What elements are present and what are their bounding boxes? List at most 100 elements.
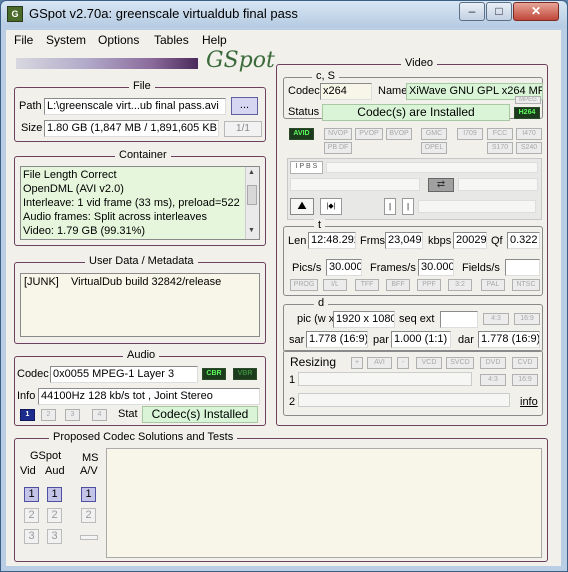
info-link[interactable]: info: [520, 396, 538, 408]
s170-button[interactable]: S170: [487, 142, 513, 154]
pic-label: pic (w x: [297, 313, 335, 325]
cs-label: c, S: [312, 70, 339, 82]
resize-dvd-button[interactable]: DVD: [480, 357, 506, 369]
size-field: 1.80 GB (1,847 MB / 1,891,605 KB: [44, 120, 219, 137]
aud-solution-1[interactable]: 1: [47, 487, 62, 502]
pulldown-button[interactable]: 3:2: [448, 279, 472, 291]
menu-file[interactable]: File: [14, 33, 33, 47]
resize-cvd-button[interactable]: CVD: [512, 357, 538, 369]
aspect-169-button[interactable]: 16:9: [514, 313, 540, 325]
aud-label: Aud: [45, 465, 65, 477]
seqext-field: [440, 311, 478, 328]
solutions-box[interactable]: [106, 448, 542, 558]
len-field: 12:48.292: [308, 232, 356, 249]
frames-label: Frames/s: [370, 262, 416, 274]
swap-icon[interactable]: ⇄: [428, 178, 454, 192]
path-field[interactable]: L:\greenscale virt...ub final pass.avi: [44, 98, 226, 115]
ms-label: MS: [82, 452, 99, 464]
container-info-box[interactable]: File Length Correct OpenDML (AVI v2.0) I…: [20, 166, 260, 240]
fcc-button[interactable]: FCC: [487, 128, 513, 140]
title-bar[interactable]: G GSpot v2.70a: greenscale virtualdub fi…: [1, 1, 567, 27]
app-icon[interactable]: G: [7, 6, 23, 22]
avid-indicator: AVID: [289, 128, 314, 140]
ms-dash-indicator: [80, 535, 98, 540]
av-label: A/V: [80, 465, 98, 477]
pal-button[interactable]: PAL: [481, 279, 505, 291]
s240-button[interactable]: S240: [516, 142, 542, 154]
vid-solution-2[interactable]: 2: [24, 508, 39, 523]
resize-row2-label: 2: [289, 396, 296, 408]
resize-minus-button[interactable]: -: [397, 357, 409, 369]
ms-solution-1[interactable]: 1: [81, 487, 96, 502]
aud-solution-2[interactable]: 2: [47, 508, 62, 523]
resize-plus-button[interactable]: +: [351, 357, 363, 369]
audio-info-field: 44100Hz 128 kb/s tot , Joint Stereo: [38, 388, 260, 405]
menu-system[interactable]: System: [46, 33, 86, 47]
bff-button[interactable]: BFF: [386, 279, 410, 291]
opel-button[interactable]: OPEL: [421, 142, 447, 154]
video-status-field: Codec(s) are Installed: [322, 104, 510, 121]
menu-options[interactable]: Options: [98, 33, 139, 47]
audio-codec-field: 0x0055 MPEG-1 Layer 3: [50, 366, 198, 383]
aspect-43-button[interactable]: 4:3: [483, 313, 509, 325]
nvop-button[interactable]: NVOP: [324, 128, 352, 140]
resize-svcd-button[interactable]: SVCD: [446, 357, 474, 369]
page-indicator[interactable]: 1/1: [224, 121, 262, 137]
prog-button[interactable]: PROG: [290, 279, 318, 291]
frame-marker-icon[interactable]: |: [384, 198, 396, 215]
ms-solution-2[interactable]: 2: [81, 508, 96, 523]
file-pane-title: File: [129, 80, 155, 92]
audio-pane-title: Audio: [123, 349, 160, 361]
pics-field: 30.000: [326, 259, 362, 276]
resize-avi-button[interactable]: AVI: [367, 357, 392, 369]
menu-tables[interactable]: Tables: [154, 33, 189, 47]
audio-stream-1[interactable]: 1: [20, 409, 35, 421]
browse-button[interactable]: ...: [231, 97, 258, 115]
frms-field: 23,049: [385, 232, 423, 249]
close-button[interactable]: ✕: [513, 2, 559, 21]
resize-row2-bar: [298, 393, 510, 407]
userdata-value: VirtualDub build 32842/release: [71, 276, 222, 288]
d-label: d: [314, 297, 329, 309]
pbdf-button[interactable]: PB DF: [324, 142, 352, 154]
frame-step-icon[interactable]: |◆|: [320, 198, 342, 215]
vid-label: Vid: [20, 465, 36, 477]
audio-stream-3[interactable]: 3: [65, 409, 80, 421]
audio-stream-2[interactable]: 2: [41, 409, 56, 421]
qf-label: Qf: [491, 235, 503, 247]
i709-button[interactable]: I709: [457, 128, 483, 140]
dar-field: 1.778 (16:9): [478, 331, 540, 348]
resize-43-button[interactable]: 4:3: [480, 374, 506, 386]
vid-solution-3[interactable]: 3: [24, 529, 39, 544]
minimize-button[interactable]: –: [459, 2, 485, 21]
ntsc-button[interactable]: NTSC: [512, 279, 540, 291]
resize-169-button[interactable]: 16:9: [512, 374, 538, 386]
i470-button[interactable]: I470: [516, 128, 542, 140]
userdata-box[interactable]: [JUNK] VirtualDub build 32842/release: [20, 273, 260, 337]
interlace-button[interactable]: I/L: [323, 279, 347, 291]
tff-button[interactable]: TFF: [355, 279, 379, 291]
frame-marker-icon[interactable]: |: [402, 198, 414, 215]
gmc-button[interactable]: GMC: [421, 128, 447, 140]
video-codec-label: Codec: [288, 85, 320, 97]
container-scrollbar[interactable]: ▲ ▼: [245, 167, 259, 239]
audio-stat-label: Stat: [118, 408, 138, 420]
vid-solution-1[interactable]: 1: [24, 487, 39, 502]
resize-vcd-button[interactable]: VCD: [416, 357, 442, 369]
container-line: Video: 1.79 GB (99.31%): [23, 225, 146, 237]
pvop-button[interactable]: PVOP: [355, 128, 383, 140]
audio-stream-4[interactable]: 4: [92, 409, 107, 421]
bvop-button[interactable]: BVOP: [386, 128, 412, 140]
h264-indicator: H264: [514, 107, 540, 119]
ipbs-button[interactable]: I P B S: [290, 161, 323, 174]
frame-slider[interactable]: [418, 200, 536, 213]
maximize-button[interactable]: □: [486, 2, 512, 21]
path-label: Path: [19, 100, 42, 112]
pics-label: Pics/s: [292, 262, 322, 274]
ppf-button[interactable]: PPF: [417, 279, 441, 291]
cbr-indicator: CBR: [202, 368, 226, 380]
image-icon[interactable]: ⛰: [290, 198, 314, 215]
aud-solution-3[interactable]: 3: [47, 529, 62, 544]
menu-help[interactable]: Help: [202, 33, 227, 47]
resize-row1-label: 1: [289, 374, 296, 386]
